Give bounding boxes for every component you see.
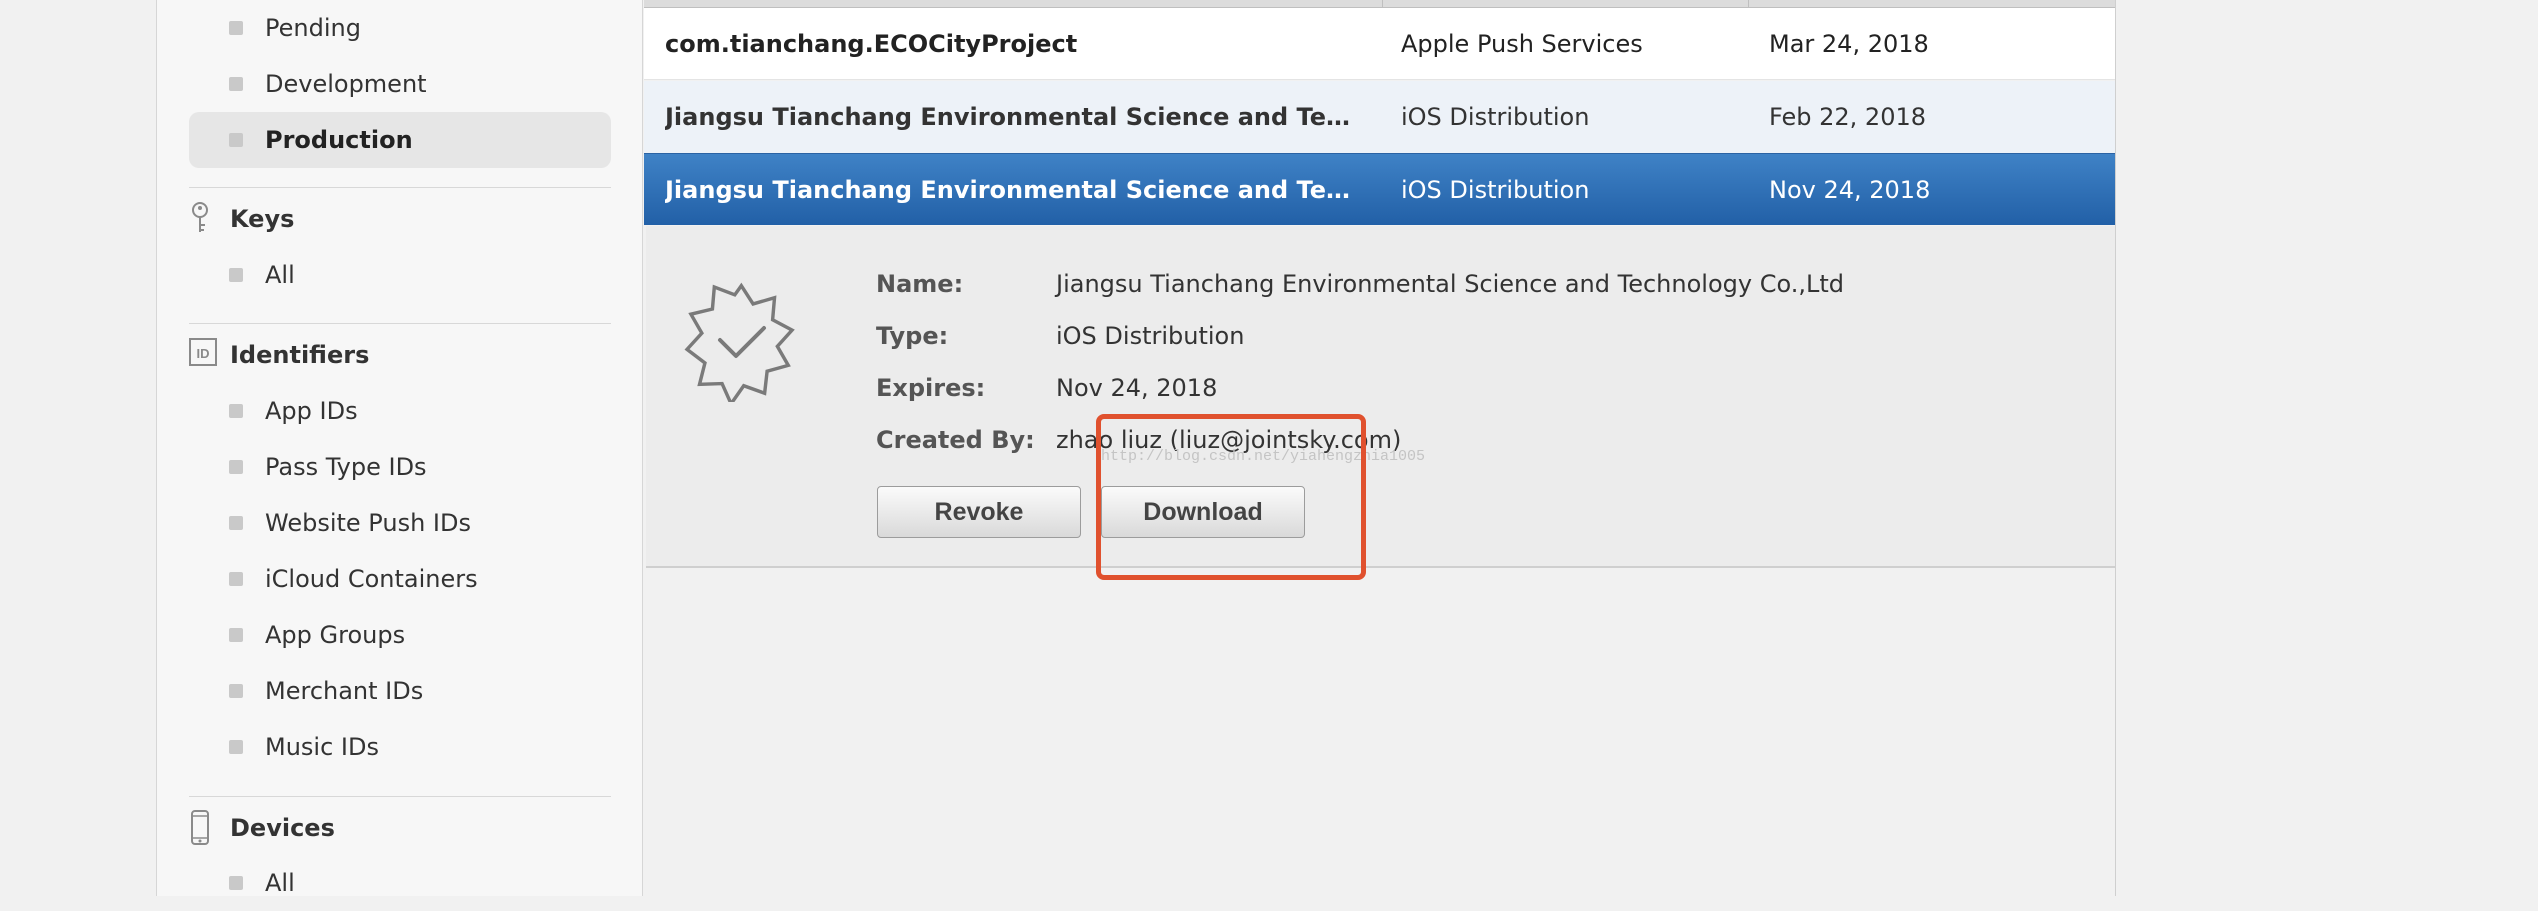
sidebar-section-keys: Keys — [189, 197, 611, 241]
bullet-icon — [229, 628, 243, 642]
sidebar-item-pass-type-ids[interactable]: Pass Type IDs — [189, 439, 611, 495]
section-title: Devices — [230, 814, 335, 842]
sidebar-item-label: App IDs — [265, 397, 358, 425]
cell-name: com.tianchang.ECOCityProject — [665, 30, 1078, 58]
section-title: Identifiers — [230, 341, 370, 369]
sidebar-item-app-groups[interactable]: App Groups — [189, 607, 611, 663]
revoke-button[interactable]: Revoke — [877, 486, 1081, 538]
sidebar-item-app-ids[interactable]: App IDs — [189, 383, 611, 439]
cell-name: Jiangsu Tianchang Environmental Science … — [665, 103, 1355, 131]
sidebar-section-devices: Devices — [189, 806, 611, 850]
sidebar-item-label: iCloud Containers — [265, 565, 478, 593]
cell-type: iOS Distribution — [1401, 176, 1590, 204]
table-header-edge — [644, 0, 2115, 8]
sidebar-item-merchant-ids[interactable]: Merchant IDs — [189, 663, 611, 719]
sidebar-item-development[interactable]: Development — [189, 56, 611, 112]
table-row[interactable]: Jiangsu Tianchang Environmental Science … — [644, 81, 2115, 153]
cell-type: iOS Distribution — [1401, 103, 1590, 131]
label-name: Name: — [876, 270, 964, 298]
bullet-icon — [229, 876, 243, 890]
sidebar-item-label: Music IDs — [265, 733, 379, 761]
bullet-icon — [229, 460, 243, 474]
bullet-icon — [229, 516, 243, 530]
watermark-text: http://blog.csdn.net/yiahengzhia1005 — [1101, 448, 1426, 465]
svg-text:ID: ID — [197, 346, 210, 361]
bullet-icon — [229, 133, 243, 147]
bullet-icon — [229, 268, 243, 282]
label-type: Type: — [876, 322, 949, 350]
sidebar-item-website-push-ids[interactable]: Website Push IDs — [189, 495, 611, 551]
value-expires: Nov 24, 2018 — [1056, 374, 1218, 402]
bullet-icon — [229, 21, 243, 35]
sidebar-item-label: All — [265, 261, 295, 289]
cell-type: Apple Push Services — [1401, 30, 1643, 58]
certificate-seal-icon — [680, 278, 804, 408]
label-expires: Expires: — [876, 374, 986, 402]
sidebar-item-icloud-containers[interactable]: iCloud Containers — [189, 551, 611, 607]
bullet-icon — [229, 572, 243, 586]
value-name: Jiangsu Tianchang Environmental Science … — [1056, 270, 1844, 298]
bullet-icon — [229, 404, 243, 418]
sidebar-item-pending[interactable]: Pending — [189, 0, 611, 56]
sidebar-item-label: Production — [265, 126, 413, 154]
value-type: iOS Distribution — [1056, 322, 1245, 350]
sidebar-item-label: Website Push IDs — [265, 509, 471, 537]
cell-expires: Mar 24, 2018 — [1769, 30, 1929, 58]
sidebar-item-music-ids[interactable]: Music IDs — [189, 719, 611, 775]
sidebar-item-label: Pass Type IDs — [265, 453, 427, 481]
sidebar-item-label: App Groups — [265, 621, 406, 649]
sidebar-divider — [189, 796, 611, 797]
sidebar: Pending Development Production Keys All — [156, 0, 643, 897]
id-icon: ID — [189, 337, 217, 381]
table-row-selected[interactable]: Jiangsu Tianchang Environmental Science … — [644, 153, 2115, 225]
column-separator — [1748, 0, 1749, 8]
certificate-detail: Name: Jiangsu Tianchang Environmental Sc… — [646, 226, 2115, 568]
download-button[interactable]: Download — [1101, 486, 1305, 538]
iphone-icon — [189, 810, 211, 860]
sidebar-item-label: Merchant IDs — [265, 677, 424, 705]
section-title: Keys — [230, 205, 295, 233]
sidebar-divider — [189, 323, 611, 324]
table-row[interactable]: com.tianchang.ECOCityProject Apple Push … — [644, 8, 2115, 80]
sidebar-item-label: All — [265, 869, 295, 897]
cell-name: Jiangsu Tianchang Environmental Science … — [665, 176, 1355, 204]
label-created-by: Created By: — [876, 426, 1035, 454]
bullet-icon — [229, 740, 243, 754]
sidebar-item-production[interactable]: Production — [189, 112, 611, 168]
sidebar-divider — [189, 187, 611, 188]
sidebar-section-identifiers: ID Identifiers — [189, 333, 611, 377]
sidebar-item-label: Development — [265, 70, 427, 98]
sidebar-item-label: Pending — [265, 14, 361, 42]
column-separator — [1382, 0, 1383, 8]
cell-expires: Nov 24, 2018 — [1769, 176, 1931, 204]
key-icon — [189, 201, 211, 249]
cell-expires: Feb 22, 2018 — [1769, 103, 1926, 131]
sidebar-item-devices-all[interactable]: All — [189, 855, 611, 911]
sidebar-item-keys-all[interactable]: All — [189, 247, 611, 303]
bullet-icon — [229, 684, 243, 698]
bullet-icon — [229, 77, 243, 91]
certificates-panel: com.tianchang.ECOCityProject Apple Push … — [644, 0, 2116, 896]
